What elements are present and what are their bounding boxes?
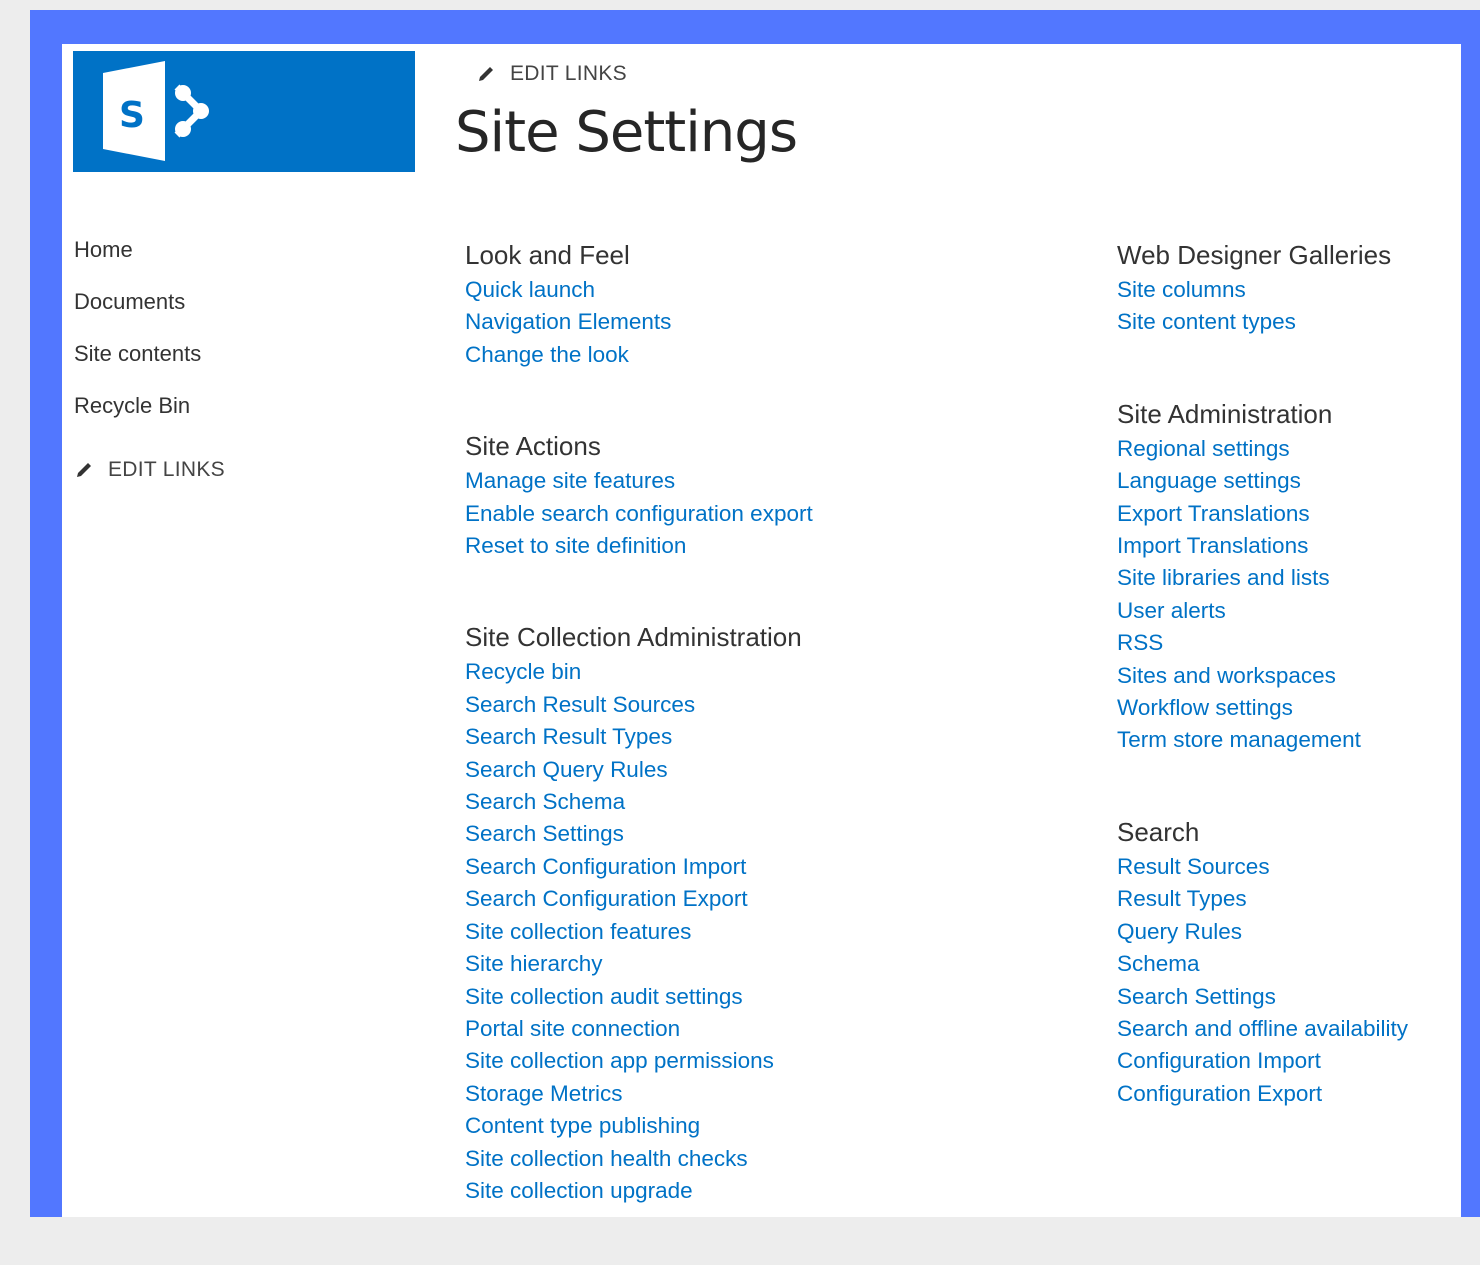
settings-link[interactable]: Manage site features (465, 465, 813, 497)
settings-link[interactable]: Configuration Export (1117, 1078, 1408, 1110)
settings-link[interactable]: Site collection upgrade (465, 1175, 813, 1207)
settings-link[interactable]: Site collection audit settings (465, 981, 813, 1013)
settings-link[interactable]: Language settings (1117, 465, 1408, 497)
quick-launch-nav: Home Documents Site contents Recycle Bin… (74, 234, 225, 482)
settings-link[interactable]: Change the look (465, 339, 813, 371)
settings-link[interactable]: Recycle bin (465, 656, 813, 688)
settings-column-right: Web Designer Galleries Site columns Site … (1117, 238, 1408, 1168)
settings-link[interactable]: Search Result Types (465, 721, 813, 753)
settings-link[interactable]: Reset to site definition (465, 530, 813, 562)
settings-link[interactable]: Site libraries and lists (1117, 562, 1408, 594)
settings-link[interactable]: Workflow settings (1117, 692, 1408, 724)
settings-link[interactable]: Search Schema (465, 786, 813, 818)
settings-link[interactable]: Site collection features (465, 916, 813, 948)
settings-link[interactable]: Search Configuration Import (465, 851, 813, 883)
settings-link[interactable]: Search Settings (1117, 981, 1408, 1013)
svg-text:S: S (119, 95, 145, 136)
settings-link[interactable]: Navigation Elements (465, 306, 813, 338)
settings-link[interactable]: Site content types (1117, 306, 1408, 338)
section-search: Search Result Sources Result Types Query R… (1117, 815, 1408, 1110)
settings-link[interactable]: Search Query Rules (465, 754, 813, 786)
sharepoint-icon: S (103, 61, 209, 161)
settings-link[interactable]: Search and offline availability (1117, 1013, 1408, 1045)
page-title: Site Settings (455, 100, 798, 165)
nav-item-site-contents[interactable]: Site contents (74, 338, 225, 390)
settings-link[interactable]: Search Settings (465, 818, 813, 850)
section-heading: Site Administration (1117, 398, 1333, 429)
settings-link[interactable]: Export Translations (1117, 498, 1408, 530)
section-heading: Web Designer Galleries (1117, 240, 1392, 270)
edit-links-label: EDIT LINKS (108, 458, 225, 481)
settings-link[interactable]: Import Translations (1117, 530, 1408, 562)
settings-link[interactable]: Term store management (1117, 724, 1408, 756)
section-web-designer-galleries: Web Designer Galleries Site columns Site … (1117, 238, 1408, 339)
settings-link[interactable]: Site collection health checks (465, 1143, 813, 1175)
nav-item-recycle-bin[interactable]: Recycle Bin (74, 390, 225, 442)
sharepoint-logo[interactable]: S (73, 51, 415, 172)
settings-link[interactable]: Storage Metrics (465, 1078, 813, 1110)
nav-item-documents[interactable]: Documents (74, 286, 225, 338)
settings-link[interactable]: Regional settings (1117, 433, 1408, 465)
edit-links-nav[interactable]: EDIT LINKS (74, 458, 225, 482)
settings-link[interactable]: Sites and workspaces (1117, 660, 1408, 692)
settings-link[interactable]: Site hierarchy (465, 948, 813, 980)
section-site-collection-administration: Site Collection Administration Recycle b… (465, 620, 813, 1207)
settings-link[interactable]: Query Rules (1117, 916, 1408, 948)
section-look-and-feel: Look and Feel Quick launch Navigation Ele… (465, 238, 813, 371)
section-heading: Look and Feel (465, 240, 630, 270)
edit-links-label: EDIT LINKS (510, 62, 627, 85)
section-heading: Site Collection Administration (465, 622, 802, 653)
settings-link[interactable]: Enable search configuration export (465, 498, 813, 530)
pencil-icon (77, 463, 91, 477)
settings-link[interactable]: User alerts (1117, 595, 1408, 627)
settings-link[interactable]: Quick launch (465, 274, 813, 306)
settings-link[interactable]: Result Sources (1117, 851, 1408, 883)
settings-link[interactable]: Configuration Import (1117, 1045, 1408, 1077)
settings-link[interactable]: Search Configuration Export (465, 883, 813, 915)
settings-link[interactable]: Site collection app permissions (465, 1045, 813, 1077)
settings-link[interactable]: RSS (1117, 627, 1408, 659)
section-site-actions: Site Actions Manage site features Enable … (465, 429, 813, 562)
nav-item-home[interactable]: Home (74, 234, 225, 286)
section-heading: Site Actions (465, 431, 601, 462)
settings-column-left: Look and Feel Quick launch Navigation Ele… (465, 238, 813, 1265)
settings-link[interactable]: Portal site connection (465, 1013, 813, 1045)
settings-link[interactable]: Result Types (1117, 883, 1408, 915)
settings-link[interactable]: Content type publishing (465, 1110, 813, 1142)
pencil-icon (479, 67, 493, 81)
edit-links-top[interactable]: EDIT LINKS (476, 62, 627, 86)
section-heading: Search (1117, 816, 1200, 847)
settings-link[interactable]: Site columns (1117, 274, 1408, 306)
settings-link[interactable]: Schema (1117, 948, 1408, 980)
settings-link[interactable]: Search Result Sources (465, 689, 813, 721)
section-site-administration: Site Administration Regional settings Lan… (1117, 397, 1408, 757)
